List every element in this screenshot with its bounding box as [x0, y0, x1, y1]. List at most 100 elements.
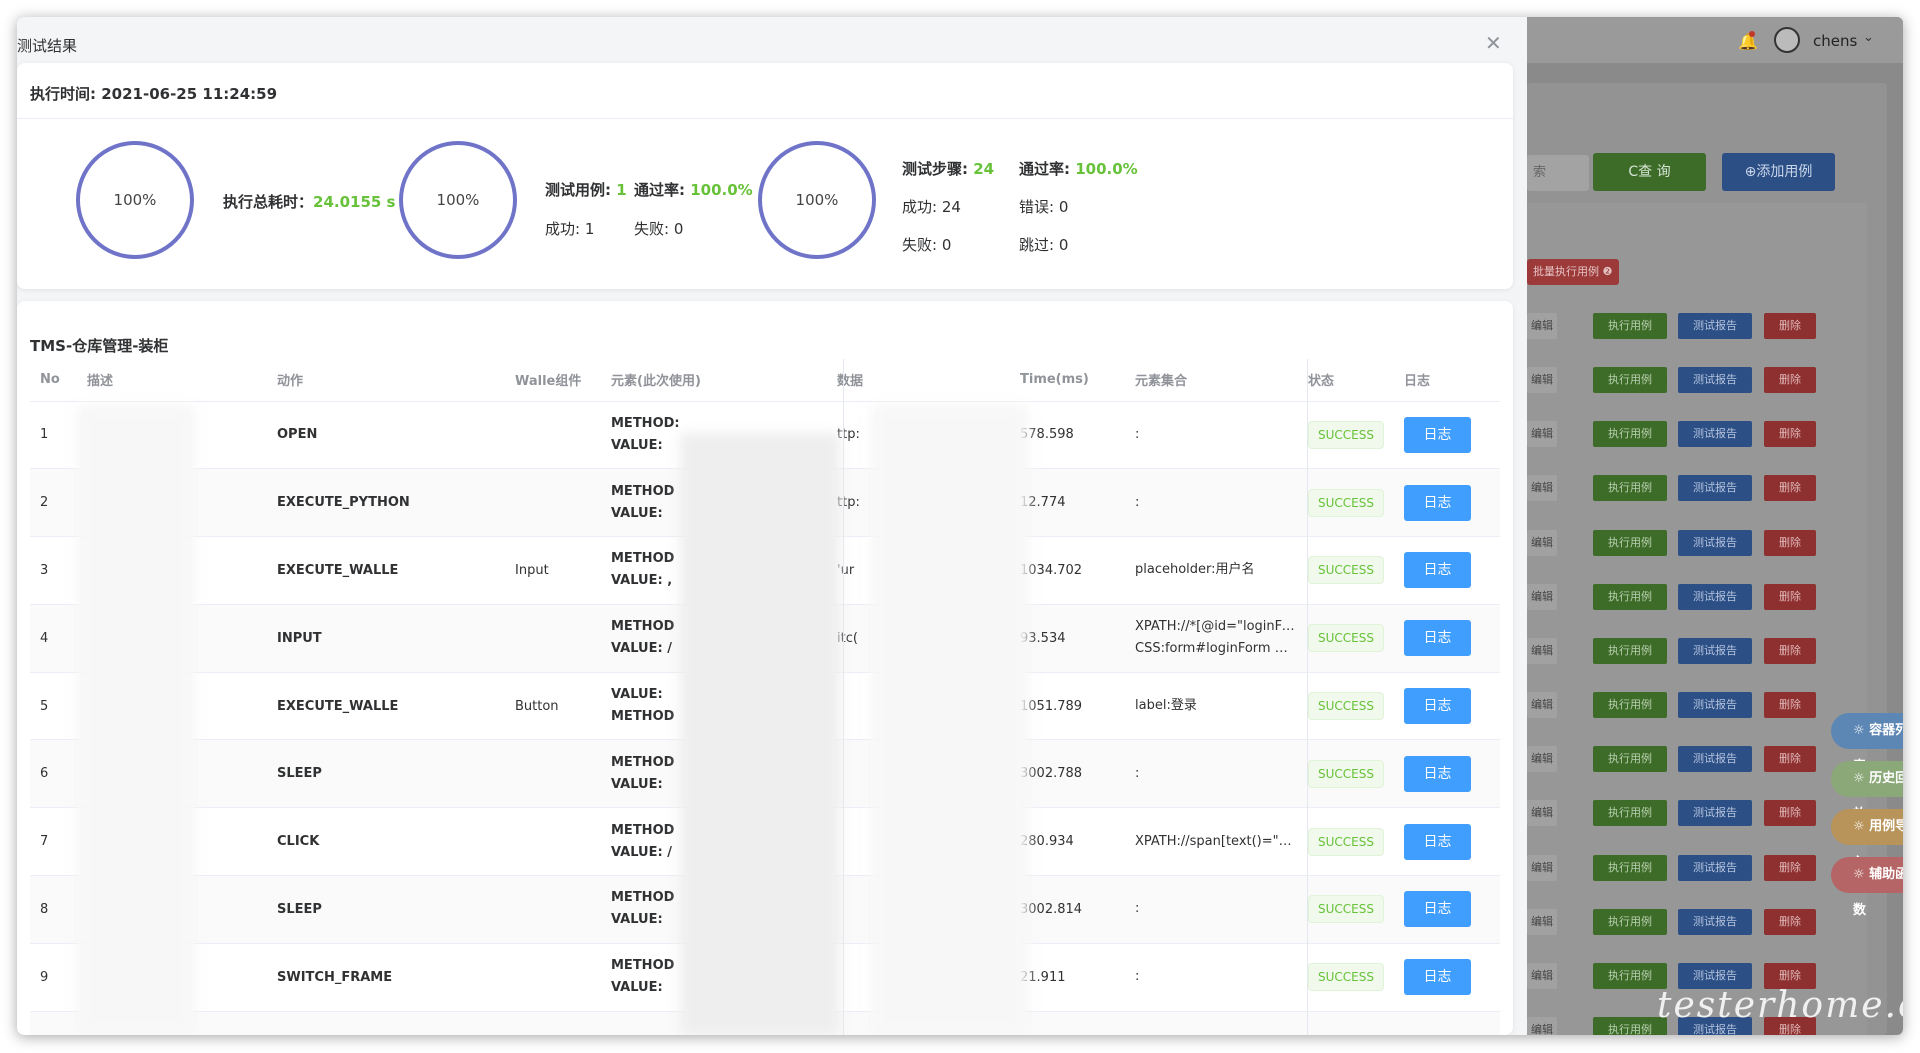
bg-report-button[interactable]: 测试报告 [1678, 800, 1752, 826]
avatar[interactable] [1774, 27, 1800, 53]
bg-delete-button[interactable]: 删除 [1764, 313, 1816, 339]
cell-walle [505, 401, 601, 470]
status-badge: SUCCESS [1308, 963, 1384, 992]
col-element: 元素(此次使用) [601, 359, 827, 402]
bg-edit-button[interactable]: 编辑 [1527, 746, 1557, 772]
float-history-replay[interactable]: ☼ 历史回放 [1831, 761, 1903, 822]
close-icon[interactable]: ✕ [1485, 31, 1502, 55]
bg-action-row: 编辑 执行用例 测试报告 删除 [1527, 746, 1867, 772]
bg-report-button[interactable]: 测试报告 [1678, 313, 1752, 339]
log-button[interactable]: 日志 [1404, 484, 1471, 521]
bg-report-button[interactable]: 测试报告 [1678, 584, 1752, 610]
bg-edit-button[interactable]: 编辑 [1527, 638, 1557, 664]
query-button[interactable]: C查 询 [1593, 153, 1706, 191]
bg-edit-button[interactable]: 编辑 [1527, 313, 1557, 339]
bg-execute-button[interactable]: 执行用例 [1593, 584, 1667, 610]
cell-action: SWITCH_FRAME [267, 943, 505, 1012]
bg-edit-button[interactable]: 编辑 [1527, 963, 1557, 989]
cell-status: SUCCESS [1298, 943, 1394, 1012]
bg-delete-button[interactable]: 删除 [1764, 800, 1816, 826]
bg-execute-button[interactable]: 执行用例 [1593, 367, 1667, 393]
bg-delete-button[interactable]: 删除 [1764, 475, 1816, 501]
bg-edit-button[interactable]: 编辑 [1527, 584, 1557, 610]
bg-edit-button[interactable]: 编辑 [1527, 855, 1557, 881]
bg-report-button[interactable]: 测试报告 [1678, 475, 1752, 501]
search-input-stub[interactable]: 索 [1527, 155, 1589, 191]
bg-delete-button[interactable]: 删除 [1764, 909, 1816, 935]
float-case-import[interactable]: ☼ 用例导入 [1831, 809, 1903, 870]
bg-delete-button[interactable]: 删除 [1764, 584, 1816, 610]
bg-report-button[interactable]: 测试报告 [1678, 421, 1752, 447]
cell-partial [1125, 1011, 1298, 1035]
bg-execute-button[interactable]: 执行用例 [1593, 855, 1667, 881]
add-case-button[interactable]: ⊕添加用例 [1722, 153, 1835, 191]
cell-walle [505, 943, 601, 1012]
bg-edit-button[interactable]: 编辑 [1527, 1017, 1557, 1035]
cell-log: 日志 [1394, 943, 1500, 1012]
log-button[interactable]: 日志 [1404, 755, 1471, 792]
bg-delete-button[interactable]: 删除 [1764, 367, 1816, 393]
float-helper-functions[interactable]: ☼ 辅助函数 [1831, 857, 1903, 918]
cell-log: 日志 [1394, 875, 1500, 944]
bg-edit-button[interactable]: 编辑 [1527, 367, 1557, 393]
bg-execute-button[interactable]: 执行用例 [1593, 800, 1667, 826]
log-button[interactable]: 日志 [1404, 959, 1471, 996]
bg-action-row: 编辑 执行用例 测试报告 删除 [1527, 530, 1867, 556]
cell-action: INPUT [267, 604, 505, 673]
bg-report-button[interactable]: 测试报告 [1678, 367, 1752, 393]
cell-no: 1 [30, 401, 77, 470]
cell-action: EXECUTE_PYTHON [267, 468, 505, 538]
bg-report-button[interactable]: 测试报告 [1678, 746, 1752, 772]
bg-execute-button[interactable]: 执行用例 [1593, 638, 1667, 664]
col-element-set: 元素集合 [1125, 359, 1298, 402]
bg-execute-button[interactable]: 执行用例 [1593, 530, 1667, 556]
cell-log: 日志 [1394, 739, 1500, 809]
bg-delete-button[interactable]: 删除 [1764, 692, 1816, 718]
log-button[interactable]: 日志 [1404, 891, 1471, 928]
log-button[interactable]: 日志 [1404, 620, 1471, 657]
bg-report-button[interactable]: 测试报告 [1678, 692, 1752, 718]
log-button[interactable]: 日志 [1404, 688, 1471, 725]
batch-execute-button[interactable]: 批量执行用例 ❷ [1527, 259, 1619, 285]
log-button[interactable]: 日志 [1404, 416, 1471, 453]
cell-log: 日志 [1394, 468, 1500, 538]
table-header-row: No 描述 动作 Walle组件 元素(此次使用) 数据 Time(ms) 元素… [30, 359, 1500, 402]
bg-execute-button[interactable]: 执行用例 [1593, 692, 1667, 718]
bg-edit-button[interactable]: 编辑 [1527, 692, 1557, 718]
log-button[interactable]: 日志 [1404, 552, 1471, 589]
bg-edit-button[interactable]: 编辑 [1527, 475, 1557, 501]
bg-delete-button[interactable]: 删除 [1764, 421, 1816, 447]
bg-execute-button[interactable]: 执行用例 [1593, 475, 1667, 501]
bg-execute-button[interactable]: 执行用例 [1593, 421, 1667, 447]
bg-delete-button[interactable]: 删除 [1764, 638, 1816, 664]
bg-execute-button[interactable]: 执行用例 [1593, 963, 1667, 989]
bg-action-row: 编辑 执行用例 测试报告 删除 [1527, 909, 1867, 935]
chevron-down-icon[interactable]: ⌄ [1863, 30, 1874, 45]
bg-action-row: 编辑 执行用例 测试报告 删除 [1527, 855, 1867, 881]
case-pass-rate: 通过率: 100.0% [634, 179, 753, 200]
bg-execute-button[interactable]: 执行用例 [1593, 1017, 1667, 1035]
bg-report-button[interactable]: 测试报告 [1678, 909, 1752, 935]
log-button[interactable]: 日志 [1404, 823, 1471, 860]
cell-status: SUCCESS [1298, 672, 1394, 741]
bg-report-button[interactable]: 测试报告 [1678, 638, 1752, 664]
bg-edit-button[interactable]: 编辑 [1527, 909, 1557, 935]
bg-execute-button[interactable]: 执行用例 [1593, 746, 1667, 772]
bg-edit-button[interactable]: 编辑 [1527, 800, 1557, 826]
bg-execute-button[interactable]: 执行用例 [1593, 909, 1667, 935]
case-count: 测试用例: 1 [545, 179, 627, 200]
case-fail: 失败: 0 [634, 220, 684, 238]
float-container-list[interactable]: ☼ 容器列表 [1831, 713, 1903, 774]
bg-delete-button[interactable]: 删除 [1764, 855, 1816, 881]
bg-report-button[interactable]: 测试报告 [1678, 530, 1752, 556]
username[interactable]: chens [1813, 32, 1857, 50]
bg-edit-button[interactable]: 编辑 [1527, 530, 1557, 556]
bg-delete-button[interactable]: 删除 [1764, 746, 1816, 772]
column-divider [843, 359, 844, 1035]
bell-icon[interactable]: 🔔 [1738, 32, 1758, 51]
bg-execute-button[interactable]: 执行用例 [1593, 313, 1667, 339]
bg-report-button[interactable]: 测试报告 [1678, 855, 1752, 881]
cell-log: 日志 [1394, 604, 1500, 673]
bg-delete-button[interactable]: 删除 [1764, 530, 1816, 556]
bg-edit-button[interactable]: 编辑 [1527, 421, 1557, 447]
